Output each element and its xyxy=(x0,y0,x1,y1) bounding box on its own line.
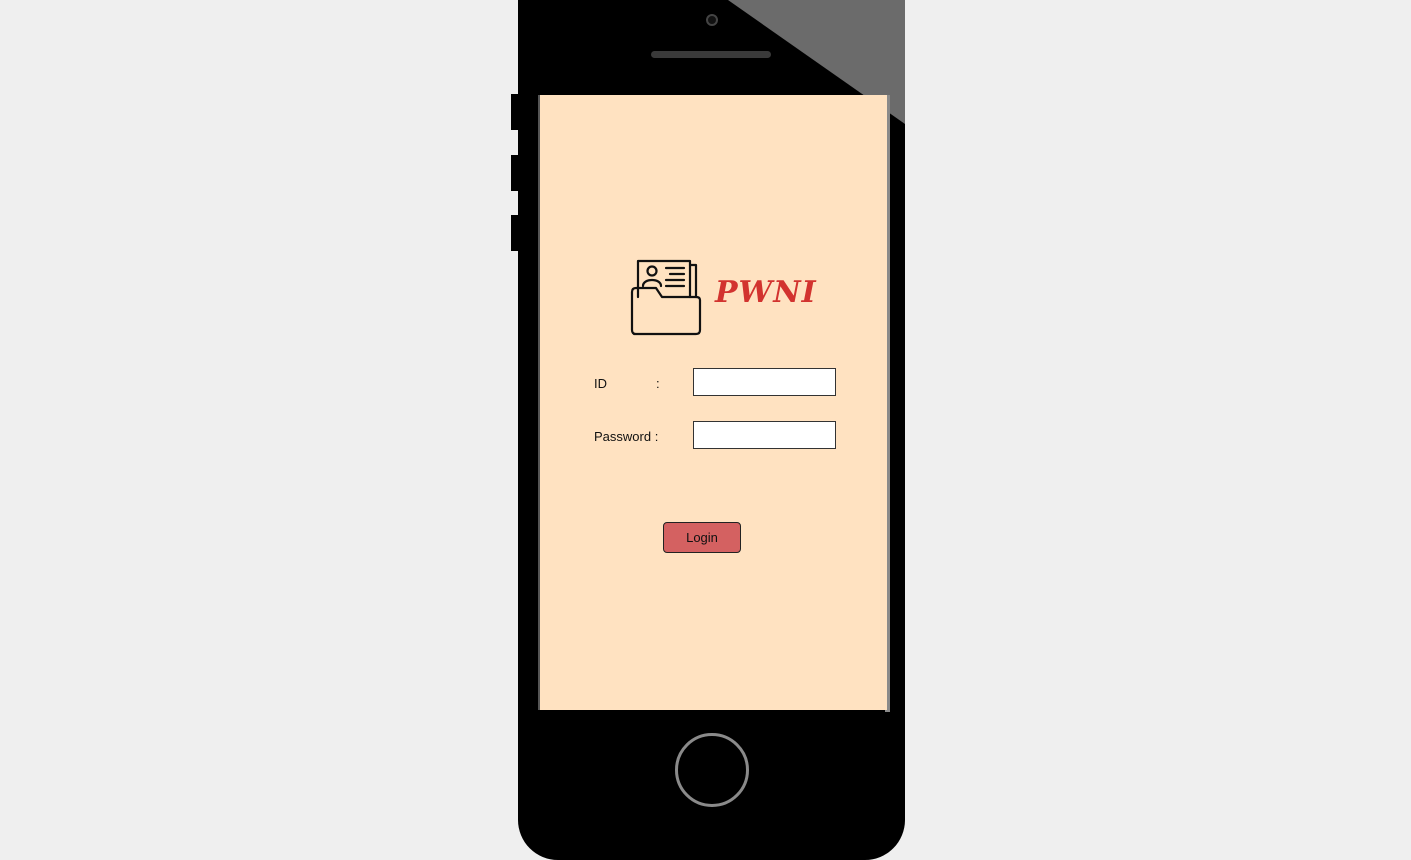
password-input[interactable] xyxy=(693,421,836,449)
brand-name: PWNI xyxy=(715,275,817,310)
password-label: Password : xyxy=(594,429,659,444)
earpiece-speaker xyxy=(651,51,771,58)
home-button xyxy=(675,733,749,807)
id-label-colon: : xyxy=(656,376,660,391)
login-screen: PWNI ID : Password : Login xyxy=(538,95,887,710)
id-input[interactable] xyxy=(693,368,836,396)
front-camera xyxy=(706,14,718,26)
contact-folder-icon xyxy=(630,259,702,336)
id-label: ID xyxy=(594,376,607,391)
login-button[interactable]: Login xyxy=(663,522,741,553)
